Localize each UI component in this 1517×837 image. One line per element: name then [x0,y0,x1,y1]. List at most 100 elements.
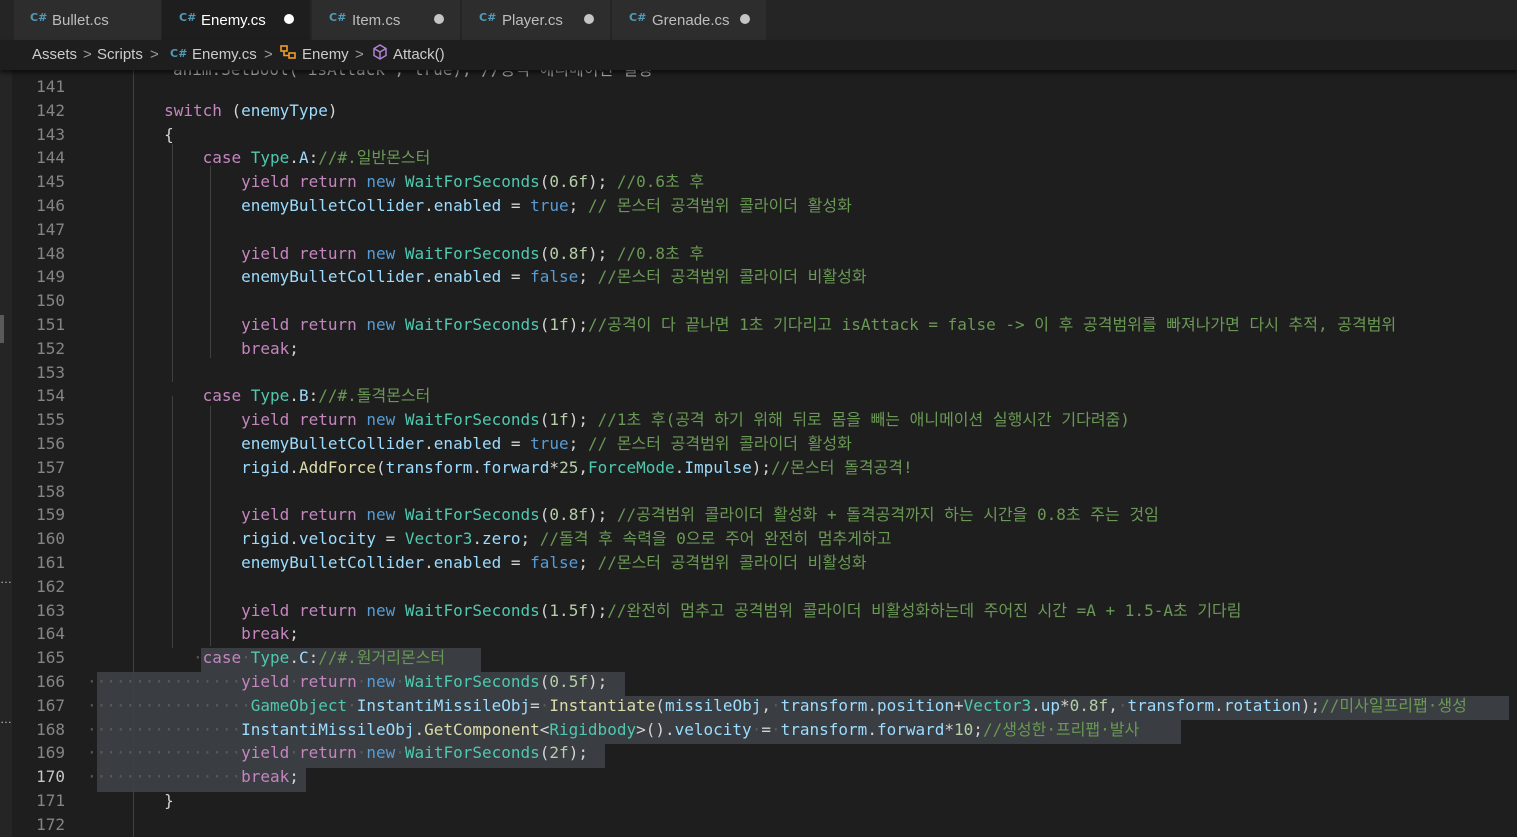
code-line[interactable]: 163 yield return new WaitForSeconds(1.5f… [12,599,1517,623]
code-token: Vector3 [963,695,1032,715]
line-number: 142 [36,100,65,120]
code-line[interactable]: 147 [12,218,1517,242]
breadcrumb-file[interactable]: Enemy.cs [192,46,257,63]
code-token: enabled [433,434,502,453]
breadcrumb-method[interactable]: Attack() [393,46,445,63]
line-number: 151 [36,315,65,334]
code-line[interactable]: 144 case Type.A://#.일반몬스터 [12,146,1517,170]
tab-label: Grenade.cs [652,11,730,29]
code-line[interactable]: 141 [12,75,1517,99]
unsaved-dot-icon[interactable] [434,14,444,24]
code-line[interactable]: 156 enemyBulletCollider.enabled = true; … [12,432,1517,456]
code-line[interactable]: 159 yield return new WaitForSeconds(0.8f… [12,503,1517,527]
code-token: new [366,505,396,525]
code-token: InstantiMissileObj [241,719,415,739]
code-line[interactable]: 153 [12,361,1517,385]
code-token: ( [655,695,666,715]
code-line[interactable]: 166 ················yield·return·new·Wait… [12,670,1517,694]
code-token: // 몬스터 공격범위 콜라이더 활성화 [587,196,852,215]
code-line[interactable]: 145 yield return new WaitForSeconds(0.6f… [12,170,1517,194]
code-token: * [1060,695,1070,715]
code-line[interactable]: 149 enemyBulletCollider.enabled = false;… [12,265,1517,289]
code-line[interactable]: 157 rigid.AddForce(transform.forward*25,… [12,456,1517,480]
tab-player-cs[interactable]: C# Player.cs [462,0,610,40]
code-line[interactable]: 169 ················yield·return·new·Wait… [12,741,1517,765]
code-text: ·case·Type.C://#.원거리몬스터 [87,646,445,670]
code-token: case [202,148,242,168]
code-token: return [298,172,357,192]
code-token: zero [481,529,521,549]
tab-bullet-cs[interactable]: C# Bullet.cs [14,0,161,40]
breadcrumb-separator: > [83,46,92,63]
code-line[interactable]: 164 break; [12,622,1517,646]
code-line[interactable]: 161 enemyBulletCollider.enabled = false;… [12,551,1517,575]
more-icon[interactable]: … [0,572,12,586]
code-token: 1f [549,315,569,334]
code-token: . [289,648,299,668]
code-text: yield return new WaitForSeconds(0.8f); /… [87,242,704,266]
code-line[interactable]: 155 yield return new WaitForSeconds(1f);… [12,408,1517,432]
code-line[interactable]: 148 yield return new WaitForSeconds(0.8f… [12,242,1517,266]
code-token: Vector3 [404,529,473,549]
breadcrumb-scripts[interactable]: Scripts [97,46,143,63]
code-line[interactable]: 151 yield return new WaitForSeconds(1f);… [12,313,1517,337]
code-token: 0.8f [1069,695,1109,715]
line-number: 171 [36,791,65,810]
code-line[interactable]: 160 rigid.velocity = Vector3.zero; //돌격 … [12,527,1517,551]
unsaved-dot-icon[interactable] [284,14,294,24]
line-number: 150 [36,291,65,311]
code-token: case [202,648,242,668]
code-text: yield return new WaitForSeconds(1.5f);//… [87,599,1241,623]
code-editor[interactable]: anim.SetBool("isAttack", true); //공격 애니메… [12,70,1517,837]
breadcrumb-assets[interactable]: Assets [32,46,77,63]
code-token: ( [539,505,550,525]
code-token: . [424,434,434,453]
code-token: new [366,243,396,263]
code-line[interactable]: 152 break; [12,337,1517,361]
code-line[interactable]: 170 ················break; [12,765,1517,789]
tab-enemy-cs[interactable]: C# Enemy.cs [162,0,310,40]
code-line[interactable]: 171 } [12,789,1517,813]
code-token: . [674,457,685,477]
scroll-marker [0,315,4,343]
code-token: ); [587,505,617,525]
code-line[interactable]: 172 [12,813,1517,837]
code-line[interactable]: 146 enemyBulletCollider.enabled = true; … [12,194,1517,218]
code-line[interactable]: 165 ·case·Type.C://#.원거리몬스터 [12,646,1517,670]
code-token: true [530,196,569,215]
line-number: 148 [36,243,65,263]
code-text: ················yield·return·new·WaitFor… [87,741,588,765]
breadcrumb-class[interactable]: Enemy [302,46,349,63]
code-token: enemyType [241,100,328,120]
code-line[interactable]: 143 { [12,123,1517,147]
code-token: yield [241,672,290,691]
code-token: 0.8f [549,243,588,263]
code-line[interactable]: 150 [12,289,1517,313]
tab-item-cs[interactable]: C# Item.cs [312,0,460,40]
code-text: rigid.velocity = Vector3.zero; //돌격 후 속력… [87,527,891,551]
code-line[interactable]: 154 case Type.B://#.돌격몬스터 [12,384,1517,408]
code-token: yield [241,600,290,620]
code-token: . [424,553,434,572]
code-line[interactable]: 162 [12,575,1517,599]
tab-grenade-cs[interactable]: C# Grenade.cs [612,0,766,40]
more-icon[interactable]: … [0,712,12,726]
code-line[interactable]: 167 ·················GameObject·InstantiM… [12,694,1517,718]
code-text: yield return new WaitForSeconds(0.6f); /… [87,170,704,194]
code-line[interactable]: 168 ················InstantiMissileObj.Ge… [12,718,1517,742]
code-line[interactable]: 158 [12,480,1517,504]
code-text: ················break; [87,765,299,789]
unsaved-dot-icon[interactable] [740,14,750,24]
code-token: // 몬스터 공격범위 콜라이더 활성화 [587,434,852,453]
code-line[interactable]: 142 switch (enemyType) [12,99,1517,123]
code-token: Rigidbody [549,719,637,739]
code-token: : [308,648,319,668]
line-number: 165 [36,648,65,668]
line-number: 164 [36,624,65,644]
unsaved-dot-icon[interactable] [584,14,594,24]
